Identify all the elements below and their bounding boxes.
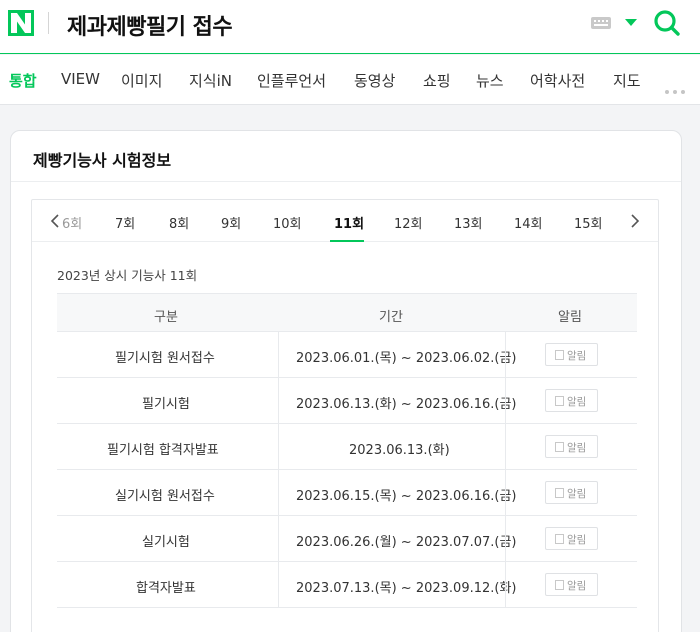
header-divider <box>48 12 49 34</box>
checkbox-icon <box>555 580 564 590</box>
table-row: 실기시험 원서접수 2023.06.15.(목) ~ 2023.06.16.(금… <box>57 470 637 516</box>
tab-images[interactable]: 이미지 <box>121 70 162 91</box>
round-tab[interactable]: 12회 <box>394 213 423 232</box>
round-tab[interactable]: 6회 <box>62 213 82 232</box>
row-period: 2023.06.26.(월) ~ 2023.07.07.(금) <box>296 535 517 550</box>
tab-dictionary[interactable]: 어학사전 <box>530 70 585 91</box>
tab-news[interactable]: 뉴스 <box>476 70 504 91</box>
checkbox-icon <box>555 396 564 406</box>
checkbox-icon <box>555 350 564 360</box>
checkbox-icon <box>555 488 564 498</box>
row-period: 2023.06.13.(화) ~ 2023.06.16.(금) <box>296 397 517 412</box>
alarm-button[interactable]: 알림 <box>545 343 598 366</box>
tab-integrated[interactable]: 통합 <box>9 70 37 91</box>
more-tabs-icon[interactable] <box>665 79 689 98</box>
tab-influencer[interactable]: 인플루언서 <box>257 70 326 91</box>
row-category: 합격자발표 <box>136 581 196 596</box>
table-row: 합격자발표 2023.07.13.(목) ~ 2023.09.12.(화) 알림 <box>57 562 637 608</box>
round-tab[interactable]: 10회 <box>273 213 302 232</box>
tab-knowledge-in[interactable]: 지식iN <box>189 70 232 91</box>
card-divider <box>11 181 681 182</box>
chevron-left-icon[interactable] <box>50 214 60 228</box>
exam-subtitle: 2023년 상시 기능사 11회 <box>57 268 198 283</box>
selected-round-indicator <box>330 240 364 242</box>
search-header: 제과제빵필기 접수 <box>0 0 700 54</box>
search-query[interactable]: 제과제빵필기 접수 <box>67 9 233 41</box>
table-header: 구분 기간 알림 <box>57 293 637 332</box>
naver-logo[interactable] <box>8 10 34 36</box>
row-period: 2023.06.01.(목) ~ 2023.06.02.(금) <box>296 351 517 366</box>
tab-shopping[interactable]: 쇼핑 <box>423 70 451 91</box>
caret-down-icon[interactable] <box>625 19 637 26</box>
row-category: 실기시험 원서접수 <box>115 489 215 504</box>
naver-n-icon <box>11 13 31 33</box>
header-period: 기간 <box>379 310 403 325</box>
row-category: 필기시험 합격자발표 <box>107 443 219 458</box>
alarm-button[interactable]: 알림 <box>545 481 598 504</box>
table-row: 필기시험 원서접수 2023.06.01.(목) ~ 2023.06.02.(금… <box>57 332 637 378</box>
round-navigation: 6회 7회 8회 9회 10회 11회 12회 13회 14회 15회 <box>32 200 658 242</box>
search-tabs: 통합 VIEW 이미지 지식iN 인플루언서 동영상 쇼핑 뉴스 어학사전 지도 <box>0 55 700 105</box>
row-period: 2023.07.13.(목) ~ 2023.09.12.(화) <box>296 581 517 596</box>
tab-view[interactable]: VIEW <box>61 70 100 88</box>
table-row: 필기시험 합격자발표 2023.06.13.(화) 알림 <box>57 424 637 470</box>
alarm-button[interactable]: 알림 <box>545 435 598 458</box>
exam-info-card: 제빵기능사 시험정보 6회 7회 8회 9회 10회 11회 12회 13회 1… <box>10 130 682 632</box>
row-period: 2023.06.13.(화) <box>349 443 450 458</box>
card-title: 제빵기능사 시험정보 <box>33 151 172 170</box>
header-alarm: 알림 <box>558 310 582 325</box>
chevron-right-icon[interactable] <box>630 214 640 228</box>
table-row: 필기시험 2023.06.13.(화) ~ 2023.06.16.(금) 알림 <box>57 378 637 424</box>
row-category: 실기시험 <box>142 535 190 550</box>
row-period: 2023.06.15.(목) ~ 2023.06.16.(금) <box>296 489 517 504</box>
round-tab-selected[interactable]: 11회 <box>334 213 364 232</box>
alarm-button[interactable]: 알림 <box>545 573 598 596</box>
tab-map[interactable]: 지도 <box>613 70 641 91</box>
checkbox-icon <box>555 442 564 452</box>
header-category: 구분 <box>154 310 178 325</box>
round-tab[interactable]: 14회 <box>514 213 543 232</box>
keyboard-icon[interactable] <box>591 17 611 29</box>
table-row: 실기시험 2023.06.26.(월) ~ 2023.07.07.(금) 알림 <box>57 516 637 562</box>
checkbox-icon <box>555 534 564 544</box>
round-tab[interactable]: 7회 <box>115 213 135 232</box>
row-category: 필기시험 원서접수 <box>115 351 215 366</box>
alarm-button[interactable]: 알림 <box>545 389 598 412</box>
search-icon[interactable] <box>652 8 682 38</box>
alarm-button[interactable]: 알림 <box>545 527 598 550</box>
row-category: 필기시험 <box>142 397 190 412</box>
exam-schedule-panel: 6회 7회 8회 9회 10회 11회 12회 13회 14회 15회 2023… <box>31 199 659 632</box>
tab-video[interactable]: 동영상 <box>354 70 395 91</box>
round-tab[interactable]: 9회 <box>221 213 241 232</box>
round-tab[interactable]: 8회 <box>169 213 189 232</box>
round-tab[interactable]: 13회 <box>454 213 483 232</box>
round-tab[interactable]: 15회 <box>574 213 603 232</box>
